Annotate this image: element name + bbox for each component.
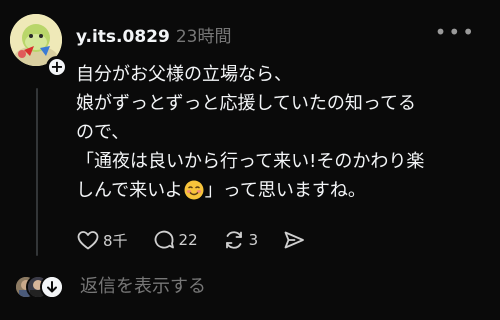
thread-post: + y.its.0829 23時間 ••• 自分がお父様の立場なら、 娘がずっと… xyxy=(0,0,500,320)
post-body-line: 娘がずっとずっと応援していたの知ってる xyxy=(76,93,417,114)
view-replies-link[interactable]: 返信を表示する xyxy=(80,272,206,298)
follow-plus-button[interactable]: + xyxy=(46,56,68,78)
comment-count: 22 xyxy=(178,231,198,249)
share-button[interactable] xyxy=(282,228,306,252)
post-body-line-with-emoji: しんで来いよ 」って思いますね。 xyxy=(76,176,488,209)
username[interactable]: y.its.0829 xyxy=(76,27,170,47)
like-button[interactable]: 8千 xyxy=(76,228,128,252)
post-body-segment: 」って思いますね。 xyxy=(204,180,366,201)
post-body-line: ので、 xyxy=(76,122,130,143)
down-arrow-avatar xyxy=(40,275,64,299)
post-body: 自分がお父様の立場なら、 娘がずっとずっと応援していたの知ってる ので、 「通夜… xyxy=(76,60,488,209)
like-count: 8千 xyxy=(103,231,128,250)
arrow-down-icon xyxy=(42,277,62,297)
smiling-face-emoji xyxy=(184,180,204,209)
timestamp: 23時間 xyxy=(175,27,232,47)
heart-icon xyxy=(77,231,99,250)
post-body-segment: しんで来いよ xyxy=(76,180,183,201)
post-body-line: 「通夜は良いから行って来い!そのかわり楽 xyxy=(76,151,425,172)
comment-icon xyxy=(154,230,174,249)
repost-button[interactable]: 3 xyxy=(222,228,259,252)
more-options-button[interactable]: ••• xyxy=(435,22,476,42)
post-header: y.its.0829 23時間 xyxy=(76,22,231,47)
view-replies-row[interactable]: 返信を表示する xyxy=(14,272,206,299)
thread-line xyxy=(36,88,38,256)
send-icon xyxy=(284,231,305,249)
comment-button[interactable]: 22 xyxy=(152,228,198,252)
repost-count: 3 xyxy=(248,231,259,249)
more-horizontal-icon: ••• xyxy=(434,20,476,44)
repost-icon xyxy=(225,231,242,249)
plus-icon: + xyxy=(50,57,64,76)
post-actions: 8千 22 3 xyxy=(76,228,330,252)
reply-avatars xyxy=(14,272,64,299)
post-body-line: 自分がお父様の立場なら、 xyxy=(76,64,292,85)
